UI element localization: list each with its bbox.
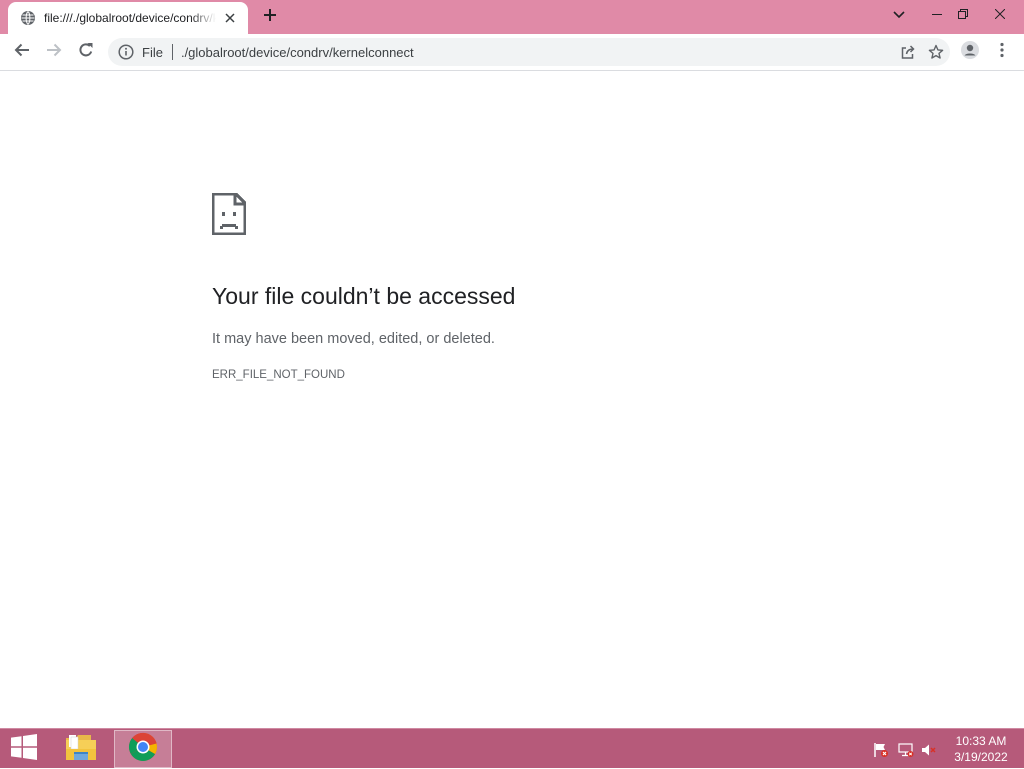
share-icon[interactable] bbox=[894, 38, 922, 66]
browser-toolbar: File ./globalroot/device/condrv/kernelco… bbox=[0, 34, 1024, 71]
forward-arrow-icon bbox=[46, 42, 62, 63]
tab-title: file:///./globalroot/device/condrv/kerne… bbox=[44, 11, 216, 25]
restore-button[interactable] bbox=[950, 0, 976, 30]
scheme-chip: File bbox=[142, 44, 163, 60]
profile-icon bbox=[960, 40, 980, 65]
minimize-icon bbox=[932, 6, 942, 24]
error-heading: Your file couldn’t be accessed bbox=[212, 283, 516, 309]
error-message: It may have been moved, edited, or delet… bbox=[212, 331, 495, 347]
page-content: Your file couldn’t be accessed It may ha… bbox=[0, 71, 1024, 728]
file-explorer-icon bbox=[65, 732, 97, 767]
reload-button[interactable] bbox=[72, 38, 100, 66]
window-close-button[interactable] bbox=[976, 0, 1024, 30]
error-code: ERR_FILE_NOT_FOUND bbox=[212, 369, 345, 381]
back-arrow-icon bbox=[14, 42, 30, 63]
clock-date: 3/19/2022 bbox=[954, 750, 1008, 764]
tab-search-button[interactable] bbox=[886, 0, 912, 30]
reload-icon bbox=[78, 42, 94, 63]
minimize-button[interactable] bbox=[924, 0, 950, 30]
url-text[interactable]: ./globalroot/device/condrv/kernelconnect bbox=[181, 45, 894, 60]
chip-divider bbox=[171, 44, 173, 60]
chrome-icon bbox=[128, 732, 158, 767]
taskbar: 10:33 AM 3/19/2022 bbox=[0, 728, 1024, 768]
address-bar[interactable]: File ./globalroot/device/condrv/kernelco… bbox=[108, 38, 950, 66]
action-center-flag-icon[interactable] bbox=[872, 741, 890, 759]
chevron-down-icon bbox=[893, 6, 905, 24]
clock-time: 10:33 AM bbox=[955, 734, 1007, 748]
back-button[interactable] bbox=[8, 38, 36, 66]
start-button[interactable] bbox=[0, 729, 48, 769]
windows-logo-icon bbox=[11, 733, 37, 765]
star-icon[interactable] bbox=[922, 38, 950, 66]
volume-muted-icon[interactable] bbox=[920, 741, 938, 759]
profile-button[interactable] bbox=[956, 38, 984, 66]
taskbar-clock[interactable]: 10:33 AM 3/19/2022 bbox=[948, 733, 1014, 765]
globe-icon bbox=[20, 10, 36, 26]
close-icon bbox=[994, 6, 1006, 24]
taskbar-file-explorer[interactable] bbox=[52, 730, 110, 768]
kebab-menu-icon bbox=[1000, 42, 1004, 63]
taskbar-chrome[interactable] bbox=[114, 730, 172, 768]
network-icon[interactable] bbox=[897, 741, 915, 759]
close-icon[interactable] bbox=[222, 10, 238, 26]
new-tab-button[interactable] bbox=[258, 6, 282, 28]
info-icon[interactable] bbox=[117, 43, 135, 61]
browser-menu-button[interactable] bbox=[988, 38, 1016, 66]
restore-icon bbox=[958, 6, 968, 24]
browser-tab[interactable]: file:///./globalroot/device/condrv/kerne… bbox=[8, 2, 248, 34]
forward-button[interactable] bbox=[40, 38, 68, 66]
browser-title-bar: file:///./globalroot/device/condrv/kerne… bbox=[0, 0, 1024, 34]
plus-icon bbox=[263, 8, 277, 27]
sad-file-icon bbox=[211, 192, 247, 236]
